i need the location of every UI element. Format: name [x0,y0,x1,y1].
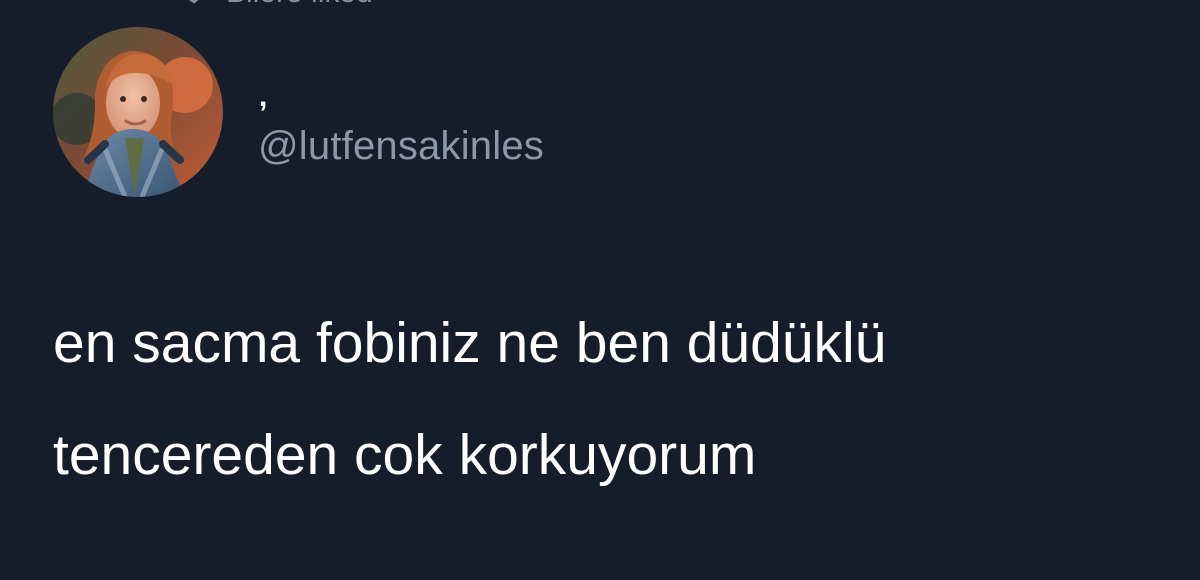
tweet-text-line: tencereden cok korkuyorum [53,423,757,487]
tweet-text: en sacma fobiniz ne ben düdüklü tencered… [53,286,1198,512]
tweet-social-context: Bilere liked [180,0,373,8]
avatar[interactable] [53,27,223,197]
heart-icon [180,0,208,7]
tweet-text-line: en sacma fobiniz ne ben düdüklü [53,311,887,375]
author-username[interactable]: @lutfensakinles [258,118,544,174]
social-context-text: Bilere liked [226,0,373,8]
author-display-name[interactable]: , [259,82,267,112]
